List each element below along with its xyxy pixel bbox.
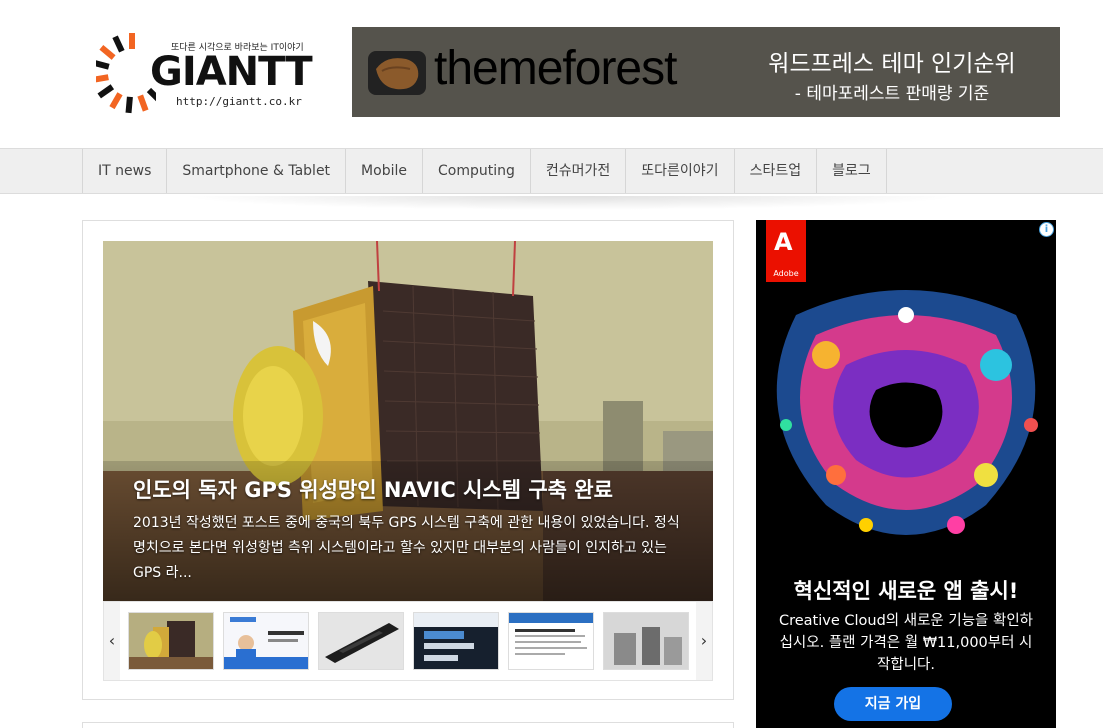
nav-item-mobile[interactable]: Mobile [346,149,423,193]
adobe-logo: A Adobe [766,220,806,282]
banner-title: 워드프레스 테마 인기순위 [768,51,1016,77]
thumbnail-satellite-image [129,613,213,669]
thumbnail-strip: ‹ › [103,601,713,681]
themeforest-leaf-icon [368,51,426,95]
nav-item-smartphone-tablet[interactable]: Smartphone & Tablet [167,149,347,193]
hero-title[interactable]: 인도의 독자 GPS 위성망인 NAVIC 시스템 구축 완료 [133,474,613,504]
nav-item-other-stories[interactable]: 또다른이야기 [626,149,735,193]
featured-slider: 인도의 독자 GPS 위성망인 NAVIC 시스템 구축 완료 2013년 작성… [82,220,734,700]
prev-arrow-icon[interactable]: ‹ [104,602,120,680]
nav-shadow [180,196,960,210]
thumbnail-6[interactable] [603,612,689,670]
main-nav: IT news Smartphone & Tablet Mobile Compu… [0,148,1103,194]
next-section-box [82,722,734,728]
thumbnail-5[interactable] [508,612,594,670]
banner-subtitle: - 테마포레스트 판매량 기준 [794,84,990,104]
nav-item-blog[interactable]: 블로그 [817,149,887,193]
thumbnail-person-image [224,613,308,669]
site-header: 또다른 시각으로 바라보는 IT이야기 GIANTT http://giantt… [0,0,1103,148]
logo-url: http://giantt.co.kr [176,95,302,108]
thumbnail-ssd-image [319,613,403,669]
thumbnail-machine-image [604,613,688,669]
next-arrow-icon[interactable]: › [696,602,712,680]
thumbnail-2[interactable] [223,612,309,670]
hero-slide[interactable]: 인도의 독자 GPS 위성망인 NAVIC 시스템 구축 완료 2013년 작성… [103,241,713,601]
site-logo[interactable]: 또다른 시각으로 바라보는 IT이야기 GIANTT http://giantt… [96,28,326,118]
thumbnail-4[interactable] [413,612,499,670]
ad-signup-button[interactable]: 지금 가입 [834,687,952,721]
creative-cloud-art [776,290,1038,535]
banner-brand: themeforest [434,42,677,95]
nav-item-computing[interactable]: Computing [423,149,531,193]
nav-item-startup[interactable]: 스타트업 [735,149,818,193]
themeforest-banner[interactable]: themeforest 워드프레스 테마 인기순위 - 테마포레스트 판매량 기… [352,27,1060,117]
ad-headline: 혁신적인 새로운 앱 출시! [793,579,1019,603]
hero-excerpt: 2013년 작성했던 포스트 중에 중국의 북두 GPS 시스템 구축에 관한 … [133,515,680,581]
adobe-ad[interactable]: i A Adobe 혁신적인 새로운 앱 출시! Creative Cloud의… [756,220,1056,728]
logo-sunburst-icon [96,33,156,114]
nav-list: IT news Smartphone & Tablet Mobile Compu… [82,149,887,193]
adobe-a-icon: A [774,228,793,256]
thumbnail-1[interactable] [128,612,214,670]
ad-info-icon[interactable]: i [1039,222,1054,237]
nav-item-consumer-electronics[interactable]: 컨슈머가전 [531,149,627,193]
nav-item-it-news[interactable]: IT news [83,149,168,193]
ad-body: Creative Cloud의 새로운 기능을 확인하십시오. 플랜 가격은 월… [778,613,1034,673]
thumbnail-3[interactable] [318,612,404,670]
logo-name: GIANTT [150,49,313,95]
thumbnail-article-image [509,613,593,669]
thumbnail-game-image [414,613,498,669]
